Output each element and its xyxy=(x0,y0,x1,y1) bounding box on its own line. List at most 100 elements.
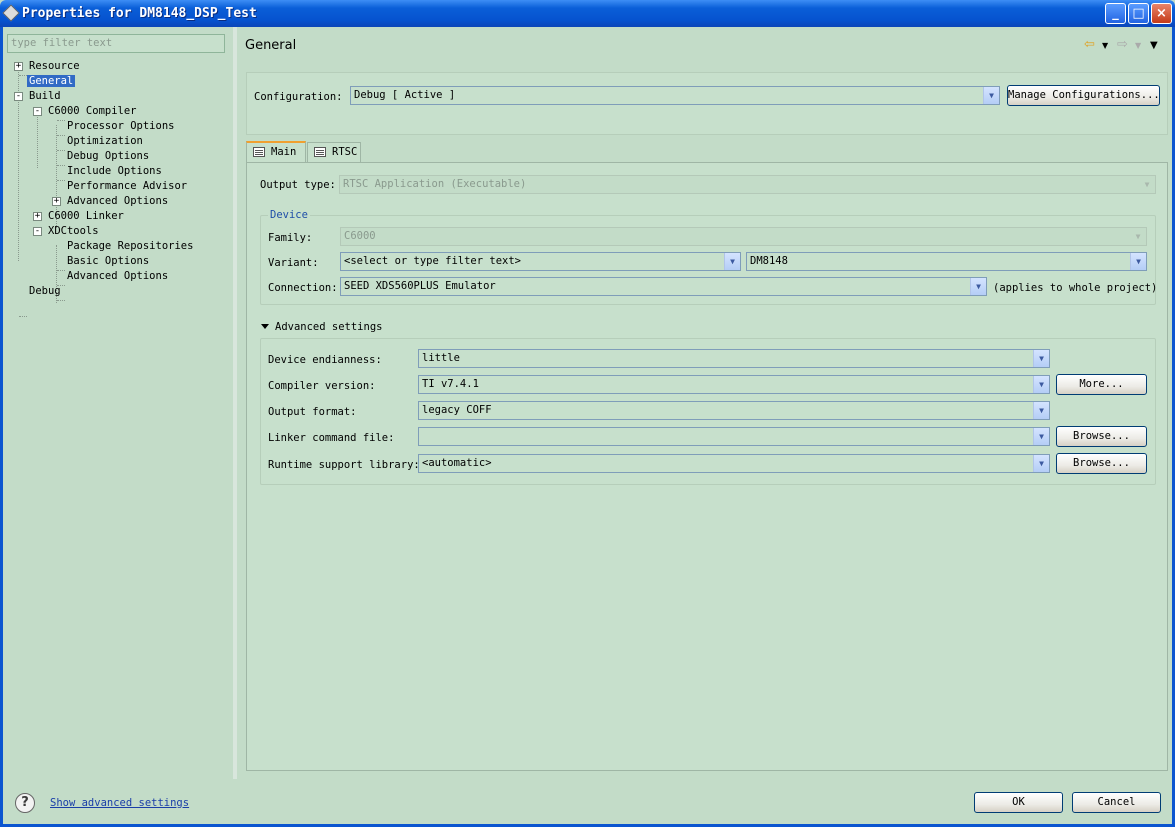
chevron-down-icon: ▼ xyxy=(1130,228,1146,245)
tree-item-label: Resource xyxy=(29,60,80,72)
chevron-down-icon[interactable]: ▼ xyxy=(1033,350,1049,367)
advanced-settings-group: Device endianness: little ▼ Compiler ver… xyxy=(260,338,1156,485)
endianness-value: little xyxy=(422,352,460,364)
page-nav: ⇦ ▼ ⇨ ▼ ▼ xyxy=(1084,37,1164,53)
endianness-combo[interactable]: little ▼ xyxy=(418,349,1050,368)
ok-button-label: OK xyxy=(1012,796,1025,808)
tree-item-processor-options[interactable]: Processor Options xyxy=(67,120,174,134)
variant-filter-combo[interactable]: <select or type filter text> ▼ xyxy=(340,252,741,271)
cancel-button[interactable]: Cancel xyxy=(1072,792,1161,813)
ok-button[interactable]: OK xyxy=(974,792,1063,813)
close-button[interactable]: × xyxy=(1151,3,1172,24)
back-arrow-icon[interactable]: ⇦ xyxy=(1084,37,1095,52)
output-format-label: Output format: xyxy=(268,406,357,418)
chevron-down-icon[interactable]: ▼ xyxy=(1033,402,1049,419)
browse-linker-button[interactable]: Browse... xyxy=(1056,426,1147,447)
variant-combo[interactable]: DM8148 ▼ xyxy=(746,252,1147,271)
tree-item-debug-options[interactable]: Debug Options xyxy=(67,150,149,164)
advanced-settings-label: Advanced settings xyxy=(275,321,383,333)
output-format-combo[interactable]: legacy COFF ▼ xyxy=(418,401,1050,420)
manage-configurations-button[interactable]: Manage Configurations... xyxy=(1007,85,1160,106)
output-type-value: RTSC Application (Executable) xyxy=(343,178,527,190)
tree-item-include-options[interactable]: Include Options xyxy=(67,165,162,179)
main-tab-panel: Output type: RTSC Application (Executabl… xyxy=(246,162,1168,771)
endianness-label: Device endianness: xyxy=(268,354,382,366)
tree-line xyxy=(57,270,65,271)
back-menu-icon[interactable]: ▼ xyxy=(1102,41,1108,50)
expand-icon[interactable]: + xyxy=(14,62,23,71)
maximize-button[interactable]: □ xyxy=(1128,3,1149,24)
chevron-down-icon[interactable]: ▼ xyxy=(983,87,999,104)
family-value: C6000 xyxy=(344,230,376,242)
chevron-down-icon[interactable]: ▼ xyxy=(1130,253,1146,270)
runtime-library-label: Runtime support library: xyxy=(268,459,420,471)
title-bar: Properties for DM8148_DSP_Test _ □ × xyxy=(0,0,1175,27)
tab-label: RTSC xyxy=(332,146,358,158)
chevron-down-icon[interactable]: ▼ xyxy=(1033,376,1049,393)
tree-item-basic-options[interactable]: Basic Options xyxy=(67,255,149,269)
tree-item-label: C6000 Linker xyxy=(48,210,124,222)
connection-label: Connection: xyxy=(268,282,338,294)
chevron-down-icon[interactable]: ▼ xyxy=(724,253,740,270)
expand-icon[interactable]: + xyxy=(33,212,42,221)
manage-configurations-label: Manage Configurations... xyxy=(1008,89,1160,101)
forward-menu-icon[interactable]: ▼ xyxy=(1135,41,1141,50)
compiler-version-value: TI v7.4.1 xyxy=(422,378,479,390)
connection-note: (applies to whole project) xyxy=(993,282,1158,294)
minimize-button[interactable]: _ xyxy=(1105,3,1126,24)
tree-line xyxy=(57,180,65,181)
configuration-value: Debug [ Active ] xyxy=(354,89,456,101)
tree-item-general[interactable]: General xyxy=(27,75,76,89)
advanced-settings-toggle[interactable]: Advanced settings xyxy=(261,321,382,333)
linker-command-file-combo[interactable]: ▼ xyxy=(418,427,1050,446)
chevron-down-icon[interactable]: ▼ xyxy=(970,278,986,295)
tree-line xyxy=(57,135,65,136)
collapse-icon[interactable]: - xyxy=(33,227,42,236)
family-label: Family: xyxy=(268,232,313,244)
chevron-down-icon[interactable]: ▼ xyxy=(1033,428,1049,445)
help-icon[interactable]: ? xyxy=(15,793,35,813)
forward-arrow-icon[interactable]: ⇨ xyxy=(1117,37,1128,52)
browse-runtime-button[interactable]: Browse... xyxy=(1056,453,1147,474)
tree-item-label: XDCtools xyxy=(48,225,99,237)
output-type-label: Output type: xyxy=(260,179,336,191)
tree-line xyxy=(37,110,38,168)
browse-button-label: Browse... xyxy=(1073,430,1130,442)
collapse-icon[interactable]: - xyxy=(33,107,42,116)
tree-item-debug[interactable]: Debug xyxy=(29,285,61,299)
connection-value: SEED XDS560PLUS Emulator xyxy=(344,280,496,292)
dialog-footer: ? Show advanced settings OK Cancel xyxy=(3,779,1172,824)
compiler-version-combo[interactable]: TI v7.4.1 ▼ xyxy=(418,375,1050,394)
collapse-icon[interactable]: - xyxy=(14,92,23,101)
more-button[interactable]: More... xyxy=(1056,374,1147,395)
more-button-label: More... xyxy=(1079,378,1124,390)
compiler-version-label: Compiler version: xyxy=(268,380,376,392)
filter-input[interactable]: type filter text xyxy=(7,34,225,53)
tab-rtsc[interactable]: RTSC xyxy=(307,142,361,162)
app-icon xyxy=(2,4,20,22)
tree-item-performance-advisor[interactable]: Performance Advisor xyxy=(67,180,187,194)
tab-main[interactable]: Main xyxy=(246,141,306,162)
chevron-down-icon[interactable]: ▼ xyxy=(1033,455,1049,472)
runtime-library-combo[interactable]: <automatic> ▼ xyxy=(418,454,1050,473)
expand-icon[interactable]: + xyxy=(52,197,61,206)
view-menu-icon[interactable]: ▼ xyxy=(1150,40,1158,51)
linker-command-file-label: Linker command file: xyxy=(268,432,395,444)
tree-item-optimization[interactable]: Optimization xyxy=(67,135,143,149)
show-advanced-settings-link[interactable]: Show advanced settings xyxy=(50,797,189,809)
browse-button-label: Browse... xyxy=(1073,457,1130,469)
variant-value: DM8148 xyxy=(750,255,788,267)
connection-combo[interactable]: SEED XDS560PLUS Emulator ▼ xyxy=(340,277,987,296)
tree-item-xdc-advanced-options[interactable]: Advanced Options xyxy=(67,270,168,284)
table-icon xyxy=(253,147,265,157)
tree-item-label: General xyxy=(27,75,76,87)
window-title: Properties for DM8148_DSP_Test xyxy=(22,6,257,21)
configuration-combo[interactable]: Debug [ Active ] ▼ xyxy=(350,86,1000,105)
tree-line xyxy=(19,75,27,76)
family-combo: C6000 ▼ xyxy=(340,227,1147,246)
device-group: Device Family: C6000 ▼ Variant: <select … xyxy=(260,209,1158,305)
tree-item-label: Advanced Options xyxy=(67,195,169,207)
tree-item-package-repositories[interactable]: Package Repositories xyxy=(67,240,193,254)
table-icon xyxy=(314,147,326,157)
tree-item-label: Build xyxy=(29,90,61,102)
